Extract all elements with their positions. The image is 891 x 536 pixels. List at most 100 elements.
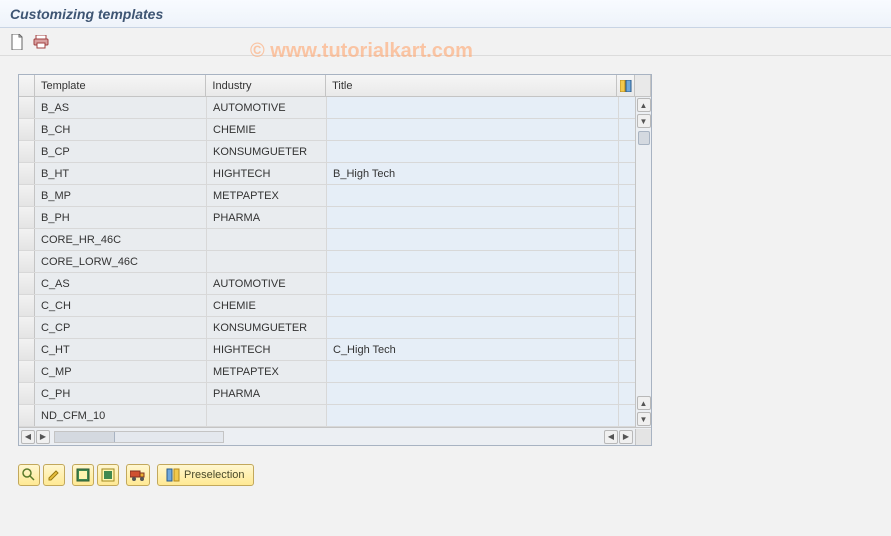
row-selector[interactable]: [19, 185, 35, 206]
row-selector[interactable]: [19, 141, 35, 162]
cell-template[interactable]: C_MP: [35, 361, 207, 382]
cell-title[interactable]: [327, 383, 619, 404]
table-row[interactable]: B_ASAUTOMOTIVE: [19, 97, 651, 119]
row-selector[interactable]: [19, 251, 35, 272]
cell-template[interactable]: B_CH: [35, 119, 207, 140]
row-selector[interactable]: [19, 119, 35, 140]
table-row[interactable]: C_CPKONSUMGUETER: [19, 317, 651, 339]
table-row[interactable]: C_HTHIGHTECHC_High Tech: [19, 339, 651, 361]
cell-title[interactable]: [327, 97, 619, 118]
column-header-template[interactable]: Template: [35, 75, 206, 96]
table-row[interactable]: B_CHCHEMIE: [19, 119, 651, 141]
cell-title[interactable]: [327, 207, 619, 228]
new-document-icon[interactable]: [8, 33, 26, 51]
cell-title[interactable]: [327, 317, 619, 338]
cell-industry[interactable]: AUTOMOTIVE: [207, 97, 327, 118]
transport-button[interactable]: [126, 464, 150, 486]
cell-template[interactable]: C_PH: [35, 383, 207, 404]
cell-title[interactable]: [327, 405, 619, 426]
cell-template[interactable]: C_CP: [35, 317, 207, 338]
row-selector[interactable]: [19, 339, 35, 360]
preselection-button[interactable]: Preselection: [157, 464, 254, 486]
row-selector[interactable]: [19, 295, 35, 316]
table-row[interactable]: CORE_HR_46C: [19, 229, 651, 251]
cell-template[interactable]: B_AS: [35, 97, 207, 118]
table-row[interactable]: ND_CFM_10: [19, 405, 651, 427]
cell-template[interactable]: CORE_LORW_46C: [35, 251, 207, 272]
cell-industry[interactable]: PHARMA: [207, 207, 327, 228]
cell-title[interactable]: [327, 295, 619, 316]
cell-title[interactable]: C_High Tech: [327, 339, 619, 360]
cell-template[interactable]: B_MP: [35, 185, 207, 206]
cell-template[interactable]: C_CH: [35, 295, 207, 316]
vertical-scroll-thumb[interactable]: [638, 131, 650, 145]
table-row[interactable]: B_HTHIGHTECHB_High Tech: [19, 163, 651, 185]
cell-industry[interactable]: METPAPTEX: [207, 361, 327, 382]
cell-template[interactable]: C_HT: [35, 339, 207, 360]
cell-industry[interactable]: [207, 251, 327, 272]
cell-industry[interactable]: [207, 229, 327, 250]
cell-title[interactable]: [327, 141, 619, 162]
cell-industry[interactable]: [207, 405, 327, 426]
configure-columns-button[interactable]: [617, 75, 635, 96]
row-selector[interactable]: [19, 405, 35, 426]
cell-template[interactable]: CORE_HR_46C: [35, 229, 207, 250]
column-selector[interactable]: [19, 75, 35, 96]
row-selector[interactable]: [19, 229, 35, 250]
cell-industry[interactable]: KONSUMGUETER: [207, 141, 327, 162]
cell-industry[interactable]: KONSUMGUETER: [207, 317, 327, 338]
scroll-up-step-icon[interactable]: ▲: [637, 396, 651, 410]
scroll-up-icon[interactable]: ▲: [637, 98, 651, 112]
cell-template[interactable]: B_HT: [35, 163, 207, 184]
column-header-industry[interactable]: Industry: [206, 75, 326, 96]
details-button[interactable]: [18, 464, 40, 486]
cell-title[interactable]: [327, 229, 619, 250]
print-icon[interactable]: [32, 33, 50, 51]
scroll-down-icon[interactable]: ▼: [637, 412, 651, 426]
table-row[interactable]: CORE_LORW_46C: [19, 251, 651, 273]
cell-title[interactable]: [327, 273, 619, 294]
row-selector[interactable]: [19, 317, 35, 338]
cell-template[interactable]: B_PH: [35, 207, 207, 228]
cell-industry[interactable]: CHEMIE: [207, 295, 327, 316]
table-row[interactable]: C_ASAUTOMOTIVE: [19, 273, 651, 295]
deselect-all-button[interactable]: [97, 464, 119, 486]
cell-title[interactable]: [327, 251, 619, 272]
column-header-title[interactable]: Title: [326, 75, 617, 96]
row-selector[interactable]: [19, 97, 35, 118]
horizontal-scroll-thumb[interactable]: [55, 432, 115, 442]
cell-title[interactable]: [327, 119, 619, 140]
table-row[interactable]: B_PHPHARMA: [19, 207, 651, 229]
table-row[interactable]: B_MPMETPAPTEX: [19, 185, 651, 207]
hscroll-track[interactable]: [54, 431, 224, 443]
cell-title[interactable]: [327, 361, 619, 382]
cell-title[interactable]: [327, 185, 619, 206]
row-selector[interactable]: [19, 207, 35, 228]
cell-template[interactable]: B_CP: [35, 141, 207, 162]
edit-button[interactable]: [43, 464, 65, 486]
cell-industry[interactable]: CHEMIE: [207, 119, 327, 140]
cell-template[interactable]: C_AS: [35, 273, 207, 294]
table-row[interactable]: C_PHPHARMA: [19, 383, 651, 405]
scroll-right-step-icon[interactable]: ▶: [36, 430, 50, 444]
horizontal-scrollbar[interactable]: ◀ ▶ ◀ ▶: [19, 427, 651, 445]
row-selector[interactable]: [19, 361, 35, 382]
row-selector[interactable]: [19, 383, 35, 404]
scroll-left-step-icon[interactable]: ◀: [604, 430, 618, 444]
cell-template[interactable]: ND_CFM_10: [35, 405, 207, 426]
vertical-scrollbar[interactable]: ▲ ▼ ▲ ▼: [635, 97, 651, 427]
row-selector[interactable]: [19, 163, 35, 184]
cell-industry[interactable]: HIGHTECH: [207, 163, 327, 184]
select-all-button[interactable]: [72, 464, 94, 486]
table-row[interactable]: B_CPKONSUMGUETER: [19, 141, 651, 163]
cell-title[interactable]: B_High Tech: [327, 163, 619, 184]
cell-industry[interactable]: METPAPTEX: [207, 185, 327, 206]
cell-industry[interactable]: HIGHTECH: [207, 339, 327, 360]
scroll-down-step-icon[interactable]: ▼: [637, 114, 651, 128]
cell-industry[interactable]: PHARMA: [207, 383, 327, 404]
cell-industry[interactable]: AUTOMOTIVE: [207, 273, 327, 294]
table-row[interactable]: C_MPMETPAPTEX: [19, 361, 651, 383]
scroll-right-icon[interactable]: ▶: [619, 430, 633, 444]
row-selector[interactable]: [19, 273, 35, 294]
scroll-left-icon[interactable]: ◀: [21, 430, 35, 444]
